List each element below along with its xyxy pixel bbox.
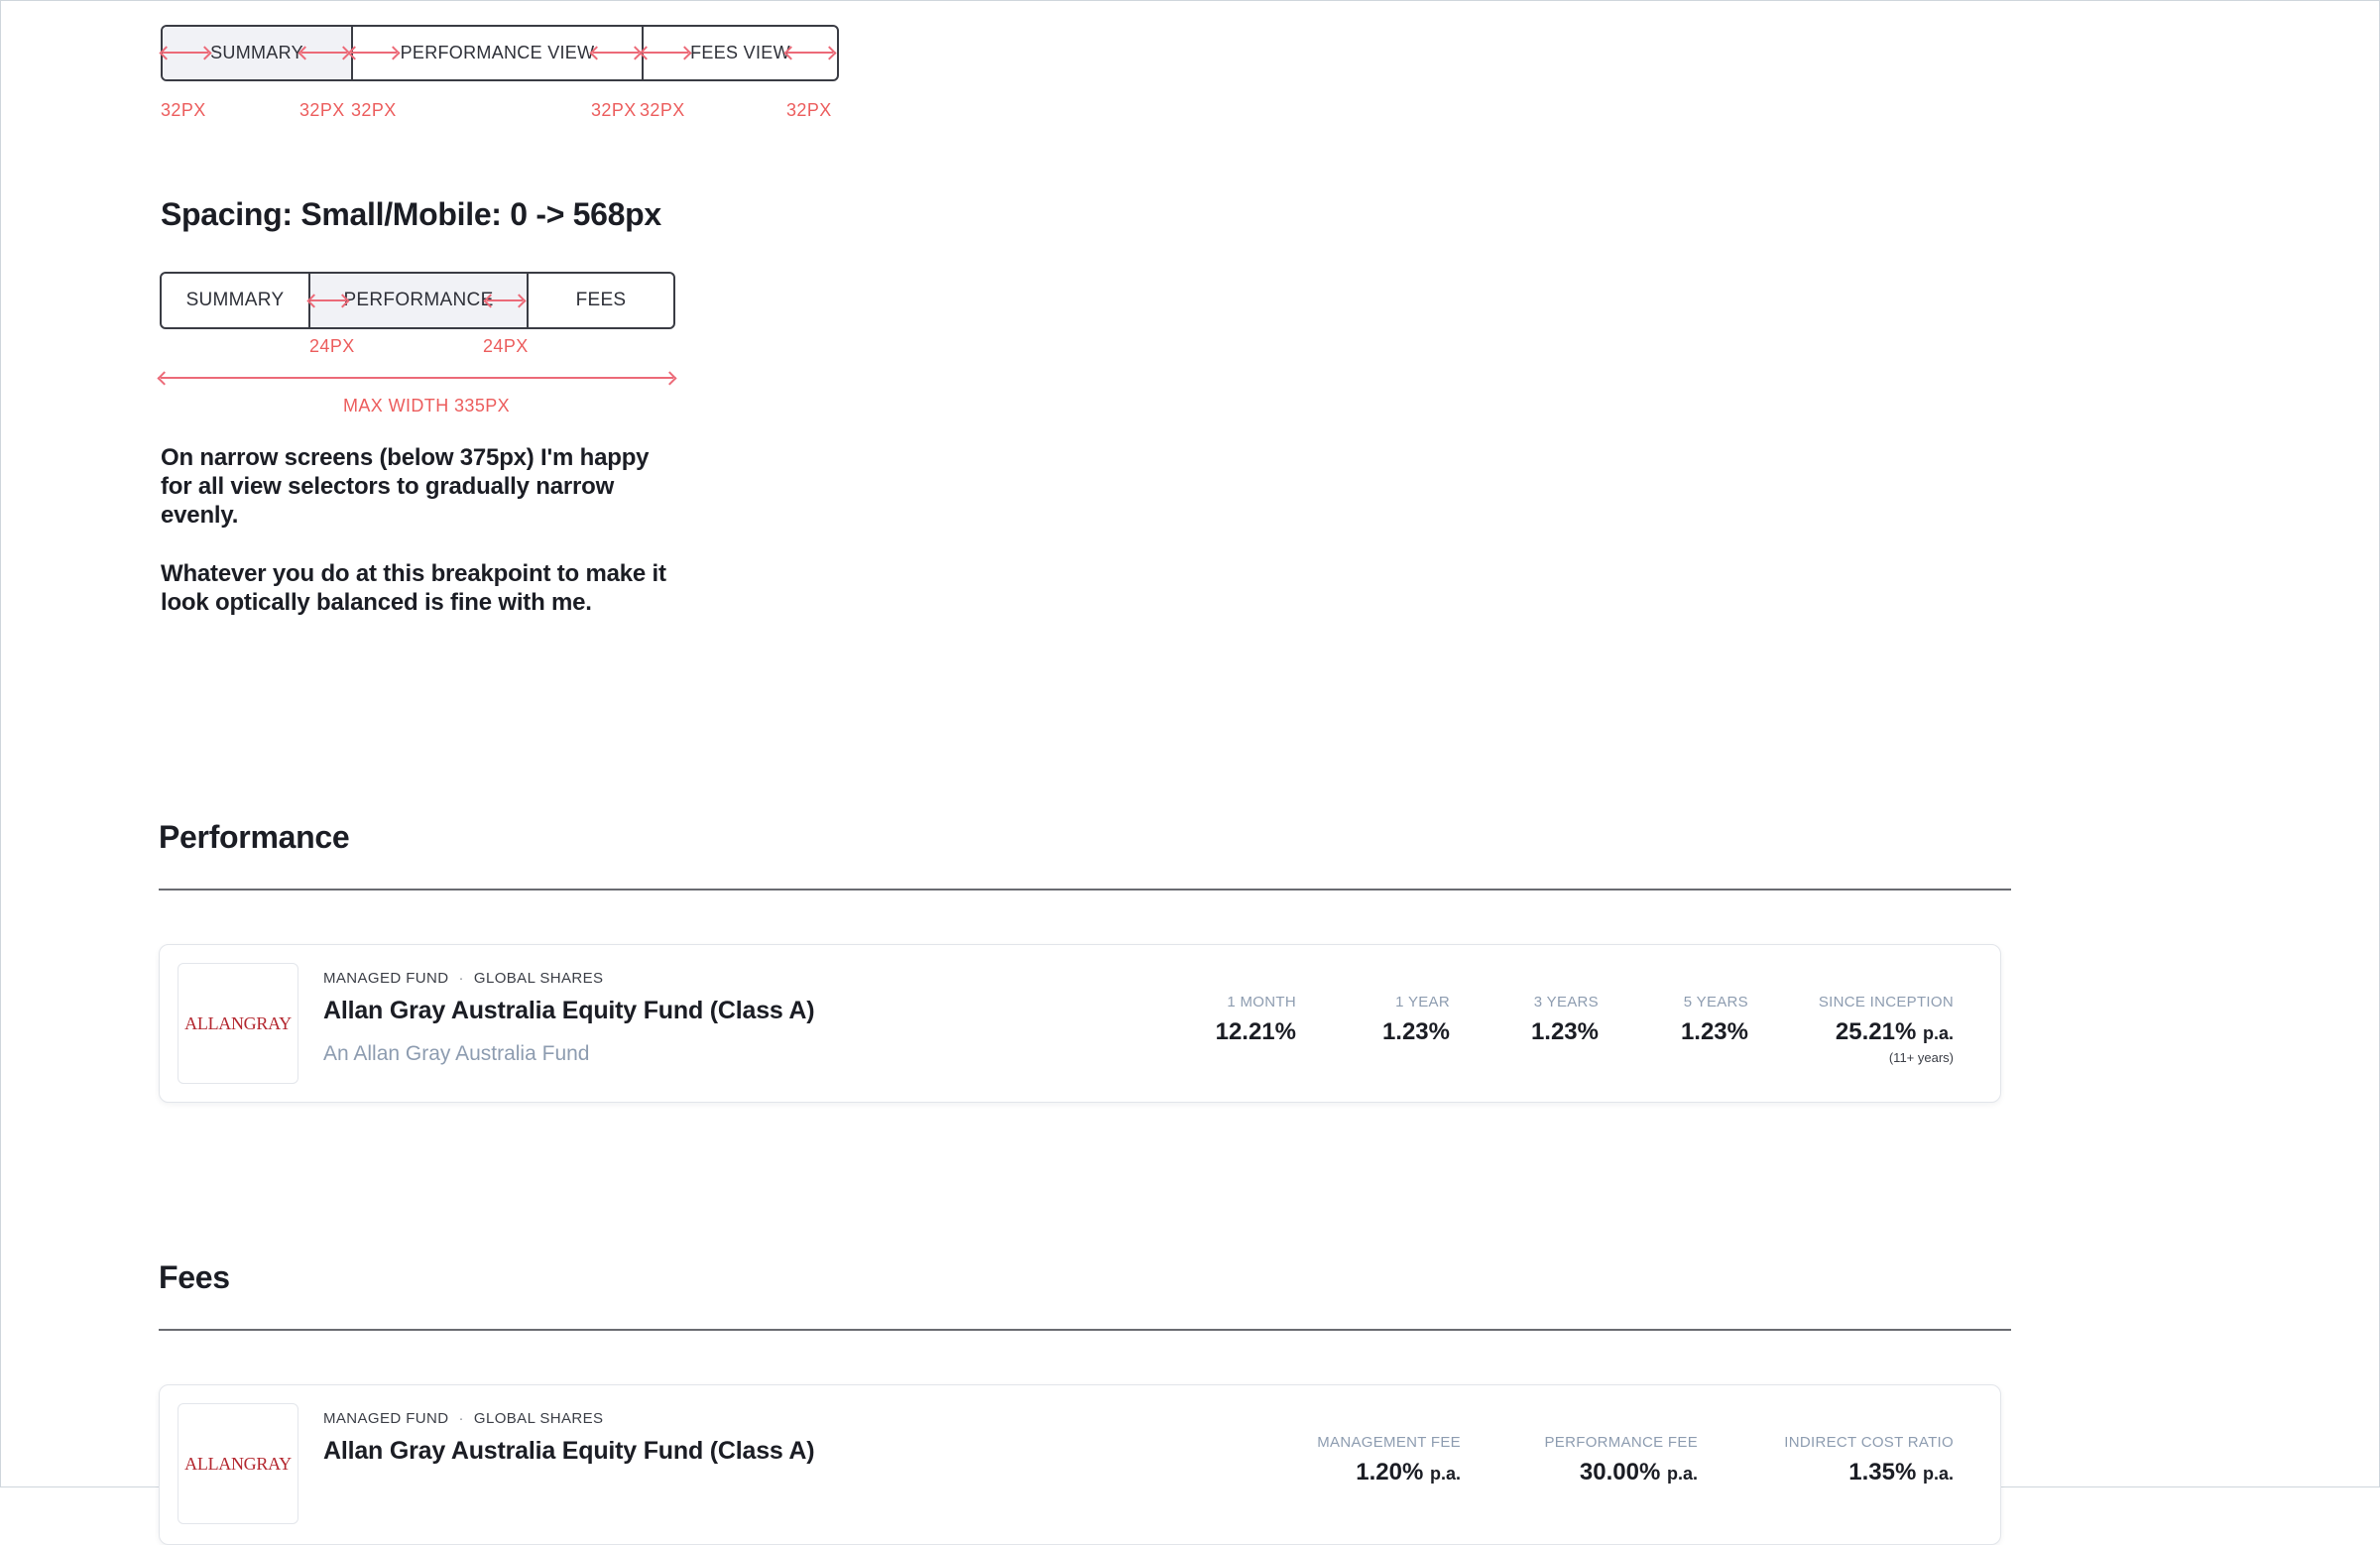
metric-label: 3 YEARS	[1533, 994, 1599, 1010]
metric-number: 1.20%	[1356, 1459, 1424, 1486]
spacing-small-heading: Spacing: Small/Mobile: 0 -> 568px	[161, 196, 661, 232]
metric-since-inception: SINCE INCEPTION 25.21% p.a. (11+ years)	[1819, 994, 1954, 1065]
fund-card-performance[interactable]: ALLANGRAY MANAGED FUND · GLOBAL SHARES All…	[159, 944, 2001, 1103]
spacing-arrow	[643, 52, 688, 54]
metric-performance-fee: PERFORMANCE FEE 30.00% p.a.	[1544, 1434, 1698, 1486]
metric-value: 1.20% p.a.	[1317, 1459, 1461, 1486]
metric-value: 1.23%	[1530, 1018, 1599, 1045]
tag-separator: ·	[458, 1410, 464, 1427]
spacing-arrow	[310, 299, 346, 301]
note-narrow-screens: On narrow screens (below 375px) I'm happ…	[161, 444, 650, 529]
spacing-label: 32PX	[161, 100, 206, 120]
metric-label: INDIRECT COST RATIO	[1784, 1434, 1954, 1451]
fund-tags: MANAGED FUND · GLOBAL SHARES	[323, 970, 603, 987]
metric-note: (11+ years)	[1888, 1050, 1954, 1065]
metric-label: 5 YEARS	[1683, 994, 1748, 1010]
fund-name[interactable]: Allan Gray Australia Equity Fund (Class …	[323, 1437, 815, 1466]
fund-tags: MANAGED FUND · GLOBAL SHARES	[323, 1410, 603, 1427]
tag-separator: ·	[458, 970, 464, 987]
metric-label: PERFORMANCE FEE	[1544, 1434, 1698, 1451]
fees-section-title: Fees	[159, 1259, 230, 1295]
metric-unit: p.a.	[1922, 1464, 1954, 1484]
metric-number: 1.35%	[1848, 1459, 1917, 1486]
max-width-label: MAX WIDTH 335PX	[343, 396, 511, 416]
spacing-arrow	[163, 52, 208, 54]
metric-value: 12.21%	[1215, 1018, 1296, 1045]
fund-logo: ALLANGRAY	[178, 963, 298, 1084]
metric-management-fee: MANAGEMENT FEE 1.20% p.a.	[1317, 1434, 1461, 1486]
spacing-label: 24PX	[483, 336, 529, 356]
spacing-label: 32PX	[299, 100, 345, 120]
spacing-arrow	[301, 52, 347, 54]
metric-value: 25.21% p.a.	[1819, 1018, 1954, 1046]
metric-unit: p.a.	[1666, 1464, 1698, 1484]
spacing-label: 32PX	[591, 100, 637, 120]
metric-number: 30.00%	[1579, 1459, 1661, 1486]
max-width-arrow	[161, 377, 673, 379]
metric-unit: p.a.	[1922, 1023, 1954, 1043]
spacing-label: 32PX	[786, 100, 832, 120]
section-divider	[159, 889, 2011, 891]
spacing-arrow	[487, 299, 523, 301]
metric-1-month: 1 MONTH 12.21%	[1216, 994, 1296, 1046]
fund-subtitle: An Allan Gray Australia Fund	[323, 1042, 590, 1065]
metric-value: 1.23%	[1680, 1018, 1748, 1045]
metric-3-years: 3 YEARS 1.23%	[1531, 994, 1599, 1046]
view-selector-small: SUMMARY PERFORMANCE FEES	[160, 272, 675, 329]
fund-name[interactable]: Allan Gray Australia Equity Fund (Class …	[323, 997, 815, 1025]
metric-value: 1.23%	[1381, 1018, 1450, 1045]
metric-label: SINCE INCEPTION	[1818, 994, 1954, 1010]
tag-asset-class: GLOBAL SHARES	[473, 1410, 604, 1427]
section-divider	[159, 1329, 2011, 1331]
performance-section-title: Performance	[159, 819, 350, 855]
metric-label: MANAGEMENT FEE	[1317, 1434, 1461, 1451]
spacing-label: 24PX	[309, 336, 355, 356]
fund-card-fees[interactable]: ALLANGRAY MANAGED FUND · GLOBAL SHARES All…	[159, 1384, 2001, 1545]
metric-label: 1 YEAR	[1395, 994, 1450, 1010]
spacing-label: 32PX	[640, 100, 685, 120]
tab-summary[interactable]: SUMMARY	[162, 274, 308, 327]
tag-fund-type: MANAGED FUND	[323, 970, 449, 987]
tag-asset-class: GLOBAL SHARES	[473, 970, 604, 987]
metric-label: 1 MONTH	[1227, 994, 1296, 1010]
view-selector-large: SUMMARY PERFORMANCE VIEW FEES VIEW	[161, 25, 839, 81]
metric-number: 25.21%	[1835, 1018, 1917, 1045]
metric-5-years: 5 YEARS 1.23%	[1681, 994, 1748, 1046]
spacing-arrow	[787, 52, 833, 54]
metric-indirect-cost-ratio: INDIRECT COST RATIO 1.35% p.a.	[1784, 1434, 1954, 1486]
metric-unit: p.a.	[1429, 1464, 1461, 1484]
fund-logo: ALLANGRAY	[178, 1403, 298, 1524]
spacing-label: 32PX	[351, 100, 397, 120]
note-breakpoint: Whatever you do at this breakpoint to ma…	[161, 560, 666, 616]
tag-fund-type: MANAGED FUND	[323, 1410, 449, 1427]
spacing-arrow	[593, 52, 639, 54]
tab-fees[interactable]: FEES	[527, 274, 673, 327]
spacing-arrow	[351, 52, 397, 54]
metric-value: 1.35% p.a.	[1784, 1459, 1954, 1486]
metric-1-year: 1 YEAR 1.23%	[1382, 994, 1450, 1046]
metric-value: 30.00% p.a.	[1544, 1459, 1698, 1486]
